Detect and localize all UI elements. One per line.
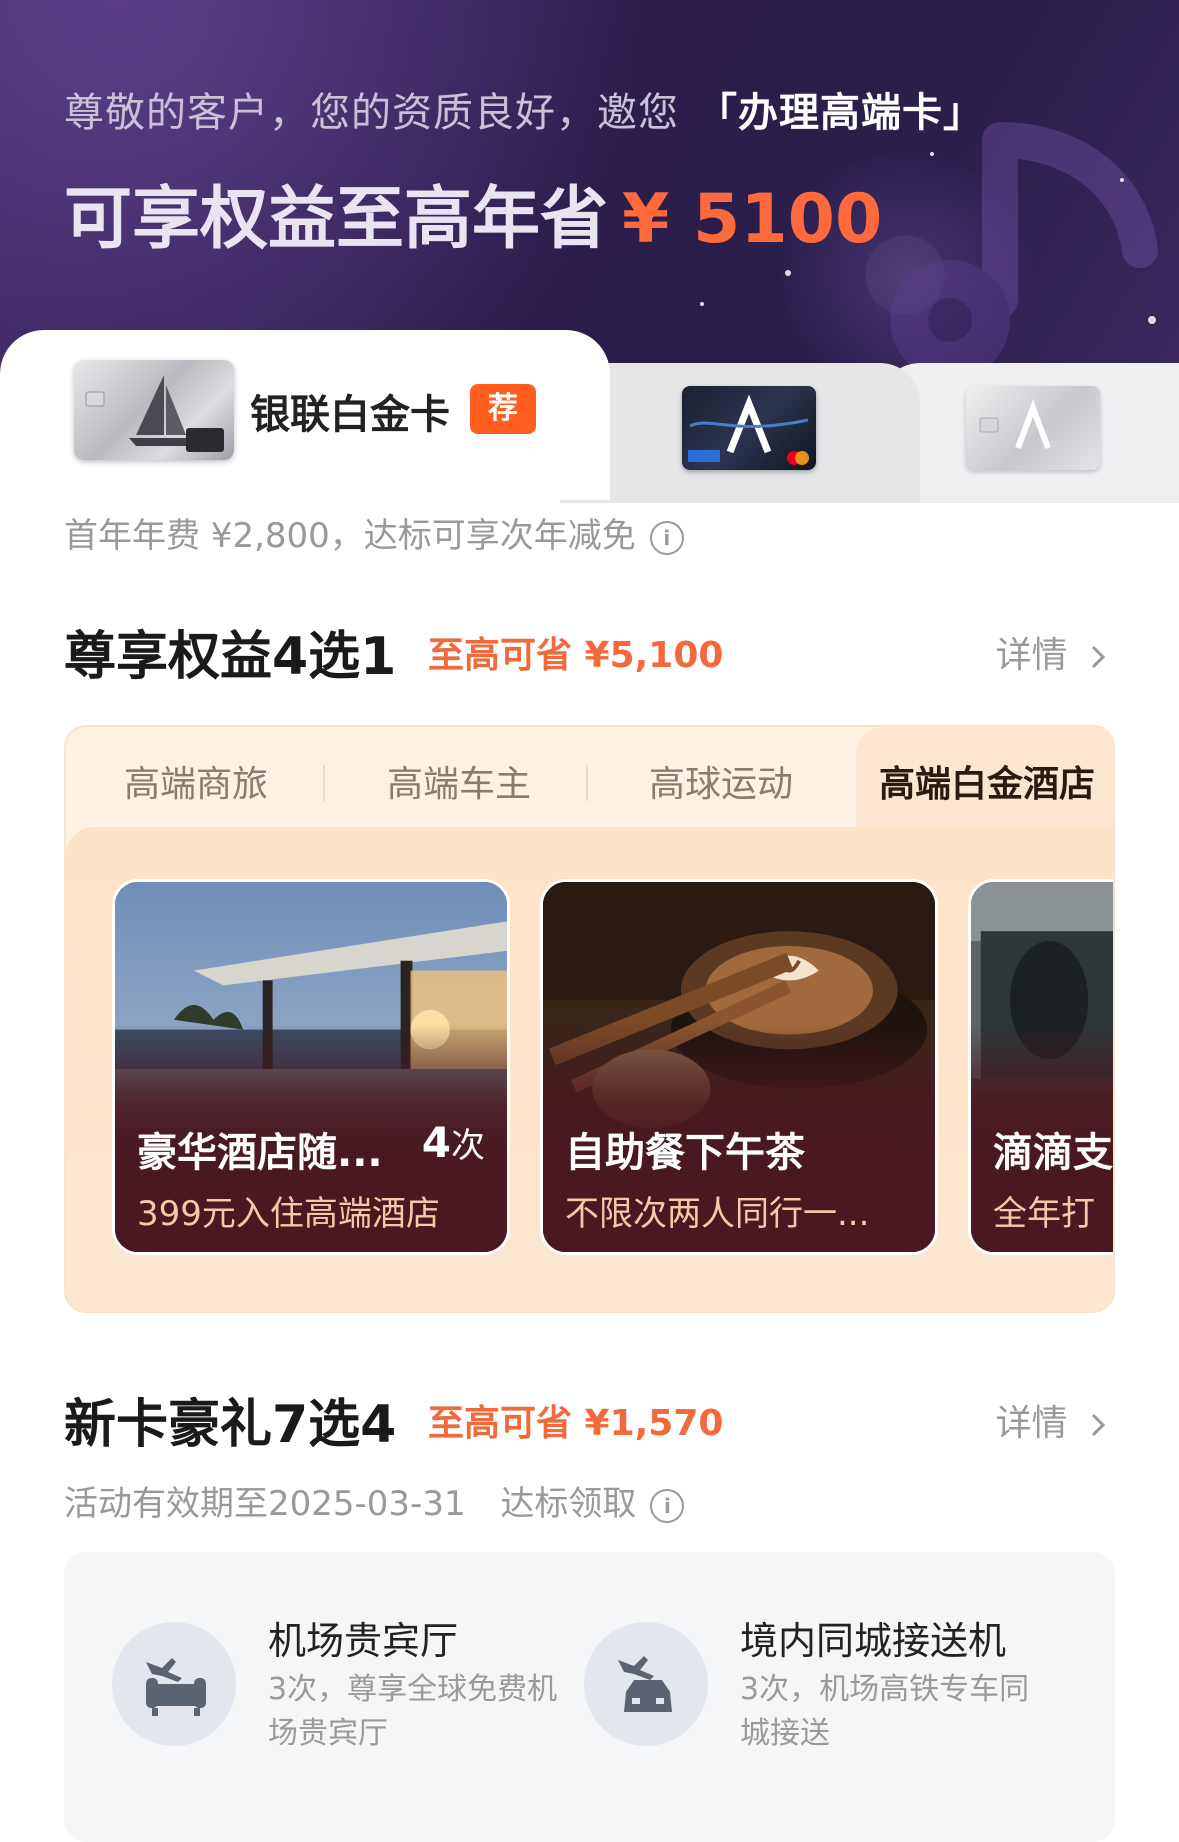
- gift-description: 3次，尊享全球免费机场贵宾厅: [268, 1672, 558, 1751]
- card-tab-3[interactable]: [880, 363, 1179, 503]
- card-tab-2[interactable]: [560, 363, 920, 503]
- sailboat-icon: [85, 375, 224, 452]
- card-thumbnail-dark: [682, 386, 816, 470]
- tab-divider: [586, 765, 588, 801]
- gift-title: 机场贵宾厅: [268, 1619, 459, 1663]
- lounge-sofa-icon: [146, 1658, 206, 1716]
- detail-label: 详情: [995, 1403, 1068, 1444]
- sparkle: [1148, 316, 1156, 324]
- tab-business-travel[interactable]: 高端商旅: [121, 755, 271, 807]
- benefit-card-didi[interactable]: 滴滴支 全年打: [968, 879, 1113, 1255]
- benefit-tab-bar: 高端商旅 高端车主 高球运动 高端白金酒店: [66, 727, 1113, 827]
- benefit-count: 4次: [422, 1118, 485, 1167]
- headline-text: 可享权益至高年省: [64, 180, 609, 259]
- benefit-subtitle: 全年打: [993, 1194, 1095, 1234]
- benefits-panel: 高端商旅 高端车主 高球运动 高端白金酒店 豪华酒店随... 4次 399元入住…: [64, 725, 1115, 1313]
- gift-condition: 达标领取: [500, 1484, 637, 1524]
- detail-label: 详情: [995, 635, 1068, 676]
- card-tab-platinum[interactable]: 银联白金卡 荐: [0, 330, 610, 500]
- count-unit: 次: [451, 1126, 485, 1166]
- recommend-badge: 荐: [470, 384, 536, 434]
- card-tab-strip: 银联白金卡 荐: [0, 330, 1179, 503]
- chevron-right-icon: [1091, 645, 1106, 669]
- chevron-right-icon: [1091, 1413, 1106, 1437]
- gift-item-transfer[interactable]: [584, 1622, 708, 1746]
- card-thumbnail-silver: [966, 386, 1100, 470]
- benefits-detail-link[interactable]: 详情: [996, 626, 1109, 678]
- info-icon[interactable]: i: [649, 520, 684, 555]
- benefit-title: 滴滴支: [993, 1130, 1113, 1176]
- card-name: 银联白金卡: [250, 392, 450, 438]
- benefits-save-amount: 至高可省 ¥5,100: [428, 635, 724, 676]
- benefit-card-hotel[interactable]: 豪华酒店随... 4次 399元入住高端酒店: [112, 879, 510, 1255]
- info-icon[interactable]: i: [650, 1488, 685, 1523]
- benefits-title: 尊享权益4选1: [64, 627, 397, 687]
- benefit-title: 自助餐下午茶: [565, 1130, 805, 1176]
- tab-golf[interactable]: 高球运动: [646, 755, 796, 807]
- sparkle: [930, 152, 934, 156]
- validity-date: 活动有效期至2025-03-31: [64, 1484, 466, 1524]
- benefit-subtitle: 不限次两人同行一...: [565, 1194, 870, 1234]
- gift-title: 境内同城接送机: [740, 1619, 1007, 1663]
- gift-item-lounge[interactable]: [112, 1622, 236, 1746]
- sparkle: [785, 270, 791, 276]
- gifts-panel: 机场贵宾厅 3次，尊享全球免费机场贵宾厅 境内同城接送机 3次，机场高铁专车同城…: [64, 1552, 1115, 1842]
- benefit-subtitle: 399元入住高端酒店: [137, 1194, 440, 1234]
- gift-description: 3次，机场高铁专车同城接送: [740, 1672, 1030, 1751]
- tab-platinum-hotel[interactable]: 高端白金酒店: [871, 755, 1103, 807]
- annual-fee-text: 首年年费 ¥2,800，达标可享次年减免: [64, 516, 636, 556]
- headline-amount: ¥ 5100: [622, 180, 883, 259]
- card-thumbnail-platinum: [74, 360, 234, 460]
- sparkle: [700, 302, 704, 306]
- hero-headline: 可享权益至高年省 ¥ 5100: [64, 163, 882, 262]
- gifts-detail-link[interactable]: 详情: [996, 1394, 1109, 1446]
- tab-divider: [323, 765, 325, 801]
- sparkle: [1120, 178, 1124, 182]
- apply-highlight[interactable]: 「办理高端卡」: [697, 90, 984, 136]
- airport-car-icon: [618, 1656, 672, 1712]
- count-number: 4: [421, 1118, 451, 1167]
- benefit-title: 豪华酒店随...: [137, 1130, 383, 1176]
- annual-fee-line: 首年年费 ¥2,800，达标可享次年减免 i: [64, 508, 684, 557]
- gifts-title: 新卡豪礼7选4: [64, 1395, 397, 1455]
- greeting-text: 尊敬的客户，您的资质良好，邀您: [64, 90, 679, 136]
- gifts-save-amount: 至高可省 ¥1,570: [428, 1403, 724, 1444]
- tab-car-owner[interactable]: 高端车主: [384, 755, 534, 807]
- benefit-card-afternoon-tea[interactable]: 自助餐下午茶 不限次两人同行一...: [540, 879, 938, 1255]
- hero-greeting: 尊敬的客户，您的资质良好，邀您 「办理高端卡」: [64, 80, 984, 138]
- gift-validity-line: 活动有效期至2025-03-31 达标领取 i: [64, 1476, 685, 1525]
